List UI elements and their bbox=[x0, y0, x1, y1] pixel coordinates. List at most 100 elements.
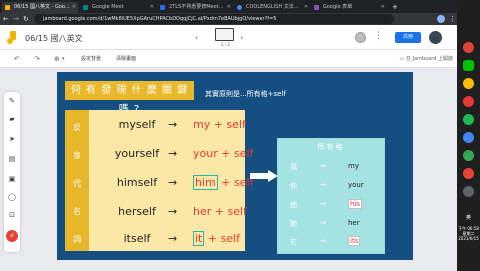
eraser-icon[interactable]: ▰ bbox=[7, 114, 17, 124]
arrow-icon: → bbox=[168, 205, 178, 218]
zoom-dropdown-icon[interactable]: ▾ bbox=[62, 53, 65, 65]
jam-title[interactable]: 06/15 國八英文 bbox=[25, 33, 83, 44]
clock-date: 2021/6/15 bbox=[458, 236, 479, 241]
form-rest: + self bbox=[221, 176, 254, 189]
open-in-app-label: 在 Jamboard 上開啟 bbox=[405, 56, 453, 62]
possessive-his: his bbox=[348, 199, 363, 209]
tab-label: Google Meet bbox=[92, 4, 124, 10]
arrow-icon: → bbox=[320, 219, 326, 227]
side-char: 身 bbox=[73, 151, 81, 160]
possessive-my: my bbox=[348, 162, 359, 170]
form-my-self: my + self bbox=[193, 118, 246, 131]
input-language[interactable]: 英 bbox=[457, 214, 480, 221]
close-tab-icon[interactable]: ✕ bbox=[304, 2, 308, 13]
url-text: jamboard.google.com/d/1wMk8iUE5XpGAruCHP… bbox=[43, 16, 277, 22]
collaborator-avatar[interactable] bbox=[355, 32, 366, 43]
arrow-icon: → bbox=[320, 181, 326, 189]
browser-tab-strip: 06/15 國八英文 - Goo... ✕ Google Meet ✕ 2TLS… bbox=[0, 0, 457, 13]
share-label: 共用 bbox=[402, 34, 413, 40]
reflexive-panel[interactable]: 反 身 代 名 詞 myself → my + self yourself → … bbox=[65, 110, 253, 251]
app-icon[interactable] bbox=[463, 150, 474, 161]
possessive-its: its bbox=[348, 236, 361, 246]
browser-menu-icon[interactable]: ⋮ bbox=[449, 14, 456, 24]
close-tab-icon[interactable]: ✕ bbox=[381, 2, 385, 13]
jamboard-header: 06/15 國八英文 ‹ 2 / 2 › ⋮ 共用 bbox=[0, 25, 457, 50]
app-icon[interactable] bbox=[463, 96, 474, 107]
account-avatar[interactable] bbox=[429, 31, 442, 44]
close-tab-icon[interactable]: ✕ bbox=[227, 2, 231, 13]
highlight-it: it bbox=[193, 231, 205, 246]
doc-favicon-icon bbox=[160, 5, 165, 10]
frame-thumbnail[interactable] bbox=[215, 28, 234, 41]
reflexive-side-label: 反 身 代 名 詞 bbox=[65, 110, 89, 251]
pen-icon[interactable]: ✎ bbox=[7, 96, 17, 106]
new-tab-button[interactable]: + bbox=[389, 2, 401, 13]
line-app-icon[interactable] bbox=[463, 60, 474, 71]
board-subtitle[interactable]: 其實原則是...所有格+self bbox=[205, 89, 286, 99]
jam-frame[interactable]: 何 有 發 現 什 麼 關 鍵 嗎 ? 其實原則是...所有格+self 反 身… bbox=[57, 72, 413, 260]
close-tab-icon[interactable]: ✕ bbox=[150, 2, 154, 13]
form-her-self: her + self bbox=[193, 205, 247, 218]
arrow-icon: → bbox=[168, 232, 178, 245]
pronoun-yourself: yourself bbox=[114, 147, 160, 160]
undo-icon[interactable]: ↶ bbox=[14, 53, 20, 65]
more-options-icon[interactable]: ⋮ bbox=[374, 31, 383, 41]
cn-pronoun: 它 bbox=[290, 238, 297, 246]
frame-count: 2 / 2 bbox=[221, 42, 230, 47]
tab-google-meet[interactable]: Google Meet ✕ bbox=[80, 2, 156, 13]
possessive-body: 我 → my 你 → your 他 → his 她 → her 它 → its bbox=[278, 156, 384, 253]
forms-favicon-icon bbox=[314, 5, 319, 10]
textbox-icon[interactable]: ⊡ bbox=[7, 210, 17, 220]
cn-pronoun: 我 bbox=[290, 163, 297, 171]
form-your-self: your + self bbox=[193, 147, 254, 160]
tab-meet-guide[interactable]: 2TLS不熟悉要修Meet... ✕ bbox=[157, 2, 233, 13]
app-icon[interactable] bbox=[463, 168, 474, 179]
shape-icon[interactable]: ◯ bbox=[7, 192, 17, 202]
reload-icon[interactable]: ↻ bbox=[23, 14, 29, 24]
spotify-icon[interactable] bbox=[463, 114, 474, 125]
app-icon[interactable] bbox=[463, 132, 474, 143]
profile-icon[interactable] bbox=[437, 15, 445, 23]
arrow-icon: → bbox=[168, 147, 178, 160]
system-clock[interactable]: 下午 06:58 星期二 2021/6/15 bbox=[457, 226, 480, 241]
share-button[interactable]: 共用 bbox=[395, 32, 421, 43]
tab-coolenglish[interactable]: COOLENGLISH 文法... ✕ bbox=[234, 2, 310, 13]
select-icon[interactable]: ➤ bbox=[7, 134, 17, 144]
prev-frame-icon[interactable]: ‹ bbox=[195, 33, 198, 42]
pronoun-himself: himself bbox=[116, 176, 158, 189]
possessive-panel[interactable]: 所有格 我 → my 你 → your 他 → his 她 → her 它 → … bbox=[277, 138, 385, 254]
next-frame-icon[interactable]: › bbox=[240, 33, 243, 42]
redo-icon[interactable]: ↷ bbox=[34, 53, 40, 65]
zoom-icon[interactable]: ⊕ bbox=[54, 53, 60, 65]
side-char: 詞 bbox=[73, 235, 81, 244]
highlight-him: him bbox=[193, 175, 218, 190]
jamboard-logo-icon[interactable] bbox=[7, 31, 16, 44]
chrome-icon[interactable] bbox=[463, 42, 474, 53]
arrow-icon: → bbox=[320, 162, 326, 170]
pronoun-herself: herself bbox=[118, 205, 156, 218]
forward-icon[interactable]: → bbox=[13, 14, 19, 24]
close-tab-icon[interactable]: ✕ bbox=[72, 2, 76, 13]
laser-icon[interactable]: ⚡ bbox=[6, 230, 18, 242]
tab-label: 06/15 國八英文 - Goo... bbox=[14, 4, 70, 10]
app-icon[interactable] bbox=[463, 78, 474, 89]
arrow-icon: → bbox=[168, 176, 178, 189]
url-input[interactable]: jamboard.google.com/d/1wMk8iUE5XpGAruCHP… bbox=[34, 14, 394, 24]
cn-pronoun: 她 bbox=[290, 220, 297, 228]
image-icon[interactable]: ▣ bbox=[7, 174, 17, 184]
browser-address-row: ← → ↻ jamboard.google.com/d/1wMk8iUE5XpG… bbox=[0, 13, 457, 25]
app-icon[interactable] bbox=[463, 186, 474, 197]
tab-jamboard[interactable]: 06/15 國八英文 - Goo... ✕ bbox=[2, 2, 78, 13]
tool-rail: ✎ ▰ ➤ ▤ ▣ ◯ ⊡ ⚡ bbox=[4, 92, 20, 252]
clear-frame-button[interactable]: 清除畫面 bbox=[113, 53, 139, 65]
sticky-note-icon[interactable]: ▤ bbox=[7, 154, 17, 164]
possessive-your: your bbox=[348, 181, 364, 189]
set-background-button[interactable]: 設定背景 bbox=[78, 53, 104, 65]
tab-google-forms[interactable]: Google 表單 ✕ bbox=[311, 2, 387, 13]
globe-favicon-icon bbox=[237, 5, 242, 10]
open-in-app-link[interactable]: ▭ 在 Jamboard 上開啟 bbox=[400, 53, 453, 65]
possessive-header: 所有格 bbox=[278, 139, 384, 156]
arrow-icon: → bbox=[168, 118, 178, 131]
board-title[interactable]: 何 有 發 現 什 麼 關 鍵 嗎 ? bbox=[65, 81, 194, 115]
back-icon[interactable]: ← bbox=[3, 14, 9, 24]
